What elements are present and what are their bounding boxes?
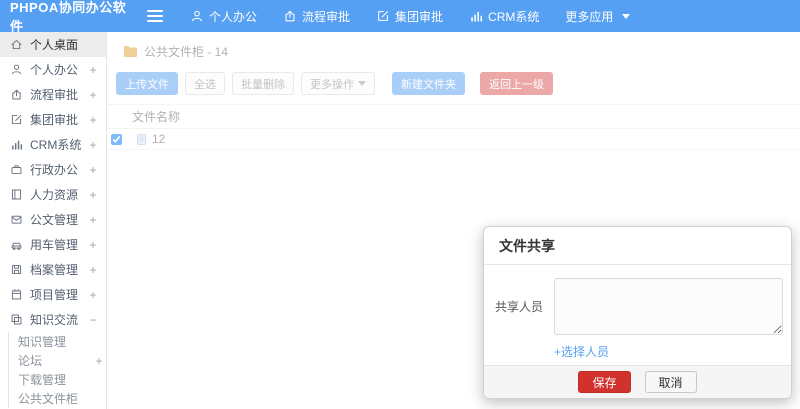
bar-chart-icon [471,11,483,22]
sidebar-subitem-forum[interactable]: 论坛 + [9,351,106,370]
new-folder-button[interactable]: 新建文件夹 [392,72,465,95]
sidebar-subitem-knowledge-mgmt[interactable]: 知识管理 [9,332,106,351]
caret-down-icon [358,81,366,86]
expand-icon[interactable]: + [88,188,98,202]
share-members-textarea[interactable] [554,278,783,335]
cancel-button[interactable]: 取消 [644,371,697,393]
nav-item-label: 更多应用 [565,9,614,24]
sidebar-item-group-approval[interactable]: 集团审批 + [0,107,106,132]
sidebar-item-hr[interactable]: 人力资源 + [0,182,106,207]
modal-title: 文件共享 [499,238,555,254]
bar-chart-icon [12,140,23,150]
sidebar-item-admin-office[interactable]: 行政办公 + [0,157,106,182]
nav-item-personal-office[interactable]: 个人办公 [177,0,270,32]
sidebar-item-archive-mgmt[interactable]: 档案管理 + [0,257,106,282]
share-icon [12,89,21,100]
expand-icon[interactable]: + [88,88,98,102]
sidebar-item-project-mgmt[interactable]: 项目管理 + [0,282,106,307]
table-row[interactable]: 12 [108,129,800,150]
sidebar: 个人桌面 个人办公 + 流程审批 + 集团审批 + CRM系统 + 行政办公 +… [0,32,107,409]
back-button[interactable]: 返回上一级 [480,72,553,95]
save-button[interactable]: 保存 [578,371,631,393]
sidebar-item-document-mgmt[interactable]: 公文管理 + [0,207,106,232]
user-icon [192,10,202,22]
edit-icon [11,114,22,125]
file-name: 12 [152,132,166,146]
modal-header: 文件共享 [484,227,791,265]
modal-body: 共享人员 +选择人员 [484,265,791,365]
car-icon [11,242,22,250]
menu-toggle-icon[interactable] [147,10,163,22]
book-icon [11,189,22,200]
sidebar-item-personal-office[interactable]: 个人办公 + [0,57,106,82]
archive-icon [11,264,22,275]
app-logo: PHPOA协同办公软件 [10,0,127,34]
row-checkbox[interactable] [111,133,122,145]
expand-icon[interactable]: + [88,238,98,252]
expand-icon[interactable]: + [88,288,98,302]
nav-item-workflow-approval[interactable]: 流程审批 [270,0,363,32]
expand-icon[interactable]: + [88,63,98,77]
select-members-link[interactable]: +选择人员 [554,343,609,360]
nav-item-group-approval[interactable]: 集团审批 [363,0,456,32]
briefcase-icon [11,165,22,175]
nav-item-label: 流程审批 [302,9,351,24]
top-navbar: PHPOA协同办公软件 个人办公 流程审批 集团审批 CRM系统 更多应用 [0,0,800,34]
file-table-header: 文件名称 [108,104,800,129]
file-share-modal: 文件共享 共享人员 +选择人员 保存 取消 [483,226,792,399]
file-icon [137,133,146,145]
user-icon [11,64,22,75]
column-header-filename: 文件名称 [132,110,181,124]
sidebar-item-personal-desktop[interactable]: 个人桌面 [0,32,106,57]
breadcrumb-text: 公共文件柜 - 14 [144,45,229,59]
file-table: 文件名称 12 [108,104,800,150]
more-actions-button[interactable]: 更多操作 [301,72,375,95]
nav-item-label: 个人办公 [209,9,258,24]
nav-item-label: CRM系统 [488,9,540,24]
sidebar-item-crm[interactable]: CRM系统 + [0,132,106,157]
folder-icon [124,46,137,57]
calendar-icon [11,289,22,300]
select-all-button[interactable]: 全选 [185,72,225,95]
sidebar-subitem-public-file-cabinet[interactable]: 公共文件柜 [9,389,106,408]
expand-icon[interactable]: + [88,113,98,127]
share-icon [285,10,295,22]
upload-file-button[interactable]: 上传文件 [116,72,178,95]
sidebar-item-vehicle-mgmt[interactable]: 用车管理 + [0,232,106,257]
home-icon [11,39,22,50]
modal-footer: 保存 取消 [484,365,791,398]
sidebar-item-workflow-approval[interactable]: 流程审批 + [0,82,106,107]
nav-item-label: 集团审批 [395,9,444,24]
expand-icon[interactable]: + [88,213,98,227]
copy-icon [11,314,22,325]
toolbar: 上传文件 全选 批量删除 更多操作 新建文件夹 返回上一级 [108,69,800,104]
expand-icon[interactable]: + [88,263,98,277]
collapse-icon[interactable]: − [88,313,98,327]
nav-item-more-apps[interactable]: 更多应用 [552,0,643,32]
mail-icon [11,215,22,224]
edit-icon [378,11,389,21]
nav-item-crm[interactable]: CRM系统 [456,0,552,32]
expand-icon[interactable]: + [88,138,98,152]
breadcrumb: 公共文件柜 - 14 [108,32,800,69]
expand-icon[interactable]: + [88,163,98,177]
batch-delete-button[interactable]: 批量删除 [232,72,294,95]
sidebar-subitem-download-mgmt[interactable]: 下载管理 [9,370,106,389]
expand-icon[interactable]: + [92,354,106,368]
caret-down-icon [622,13,631,19]
sidebar-item-knowledge-exchange[interactable]: 知识交流 − [0,307,106,332]
knowledge-submenu: 知识管理 论坛 + 下载管理 公共文件柜 [8,332,106,408]
share-members-label: 共享人员 [494,300,543,314]
